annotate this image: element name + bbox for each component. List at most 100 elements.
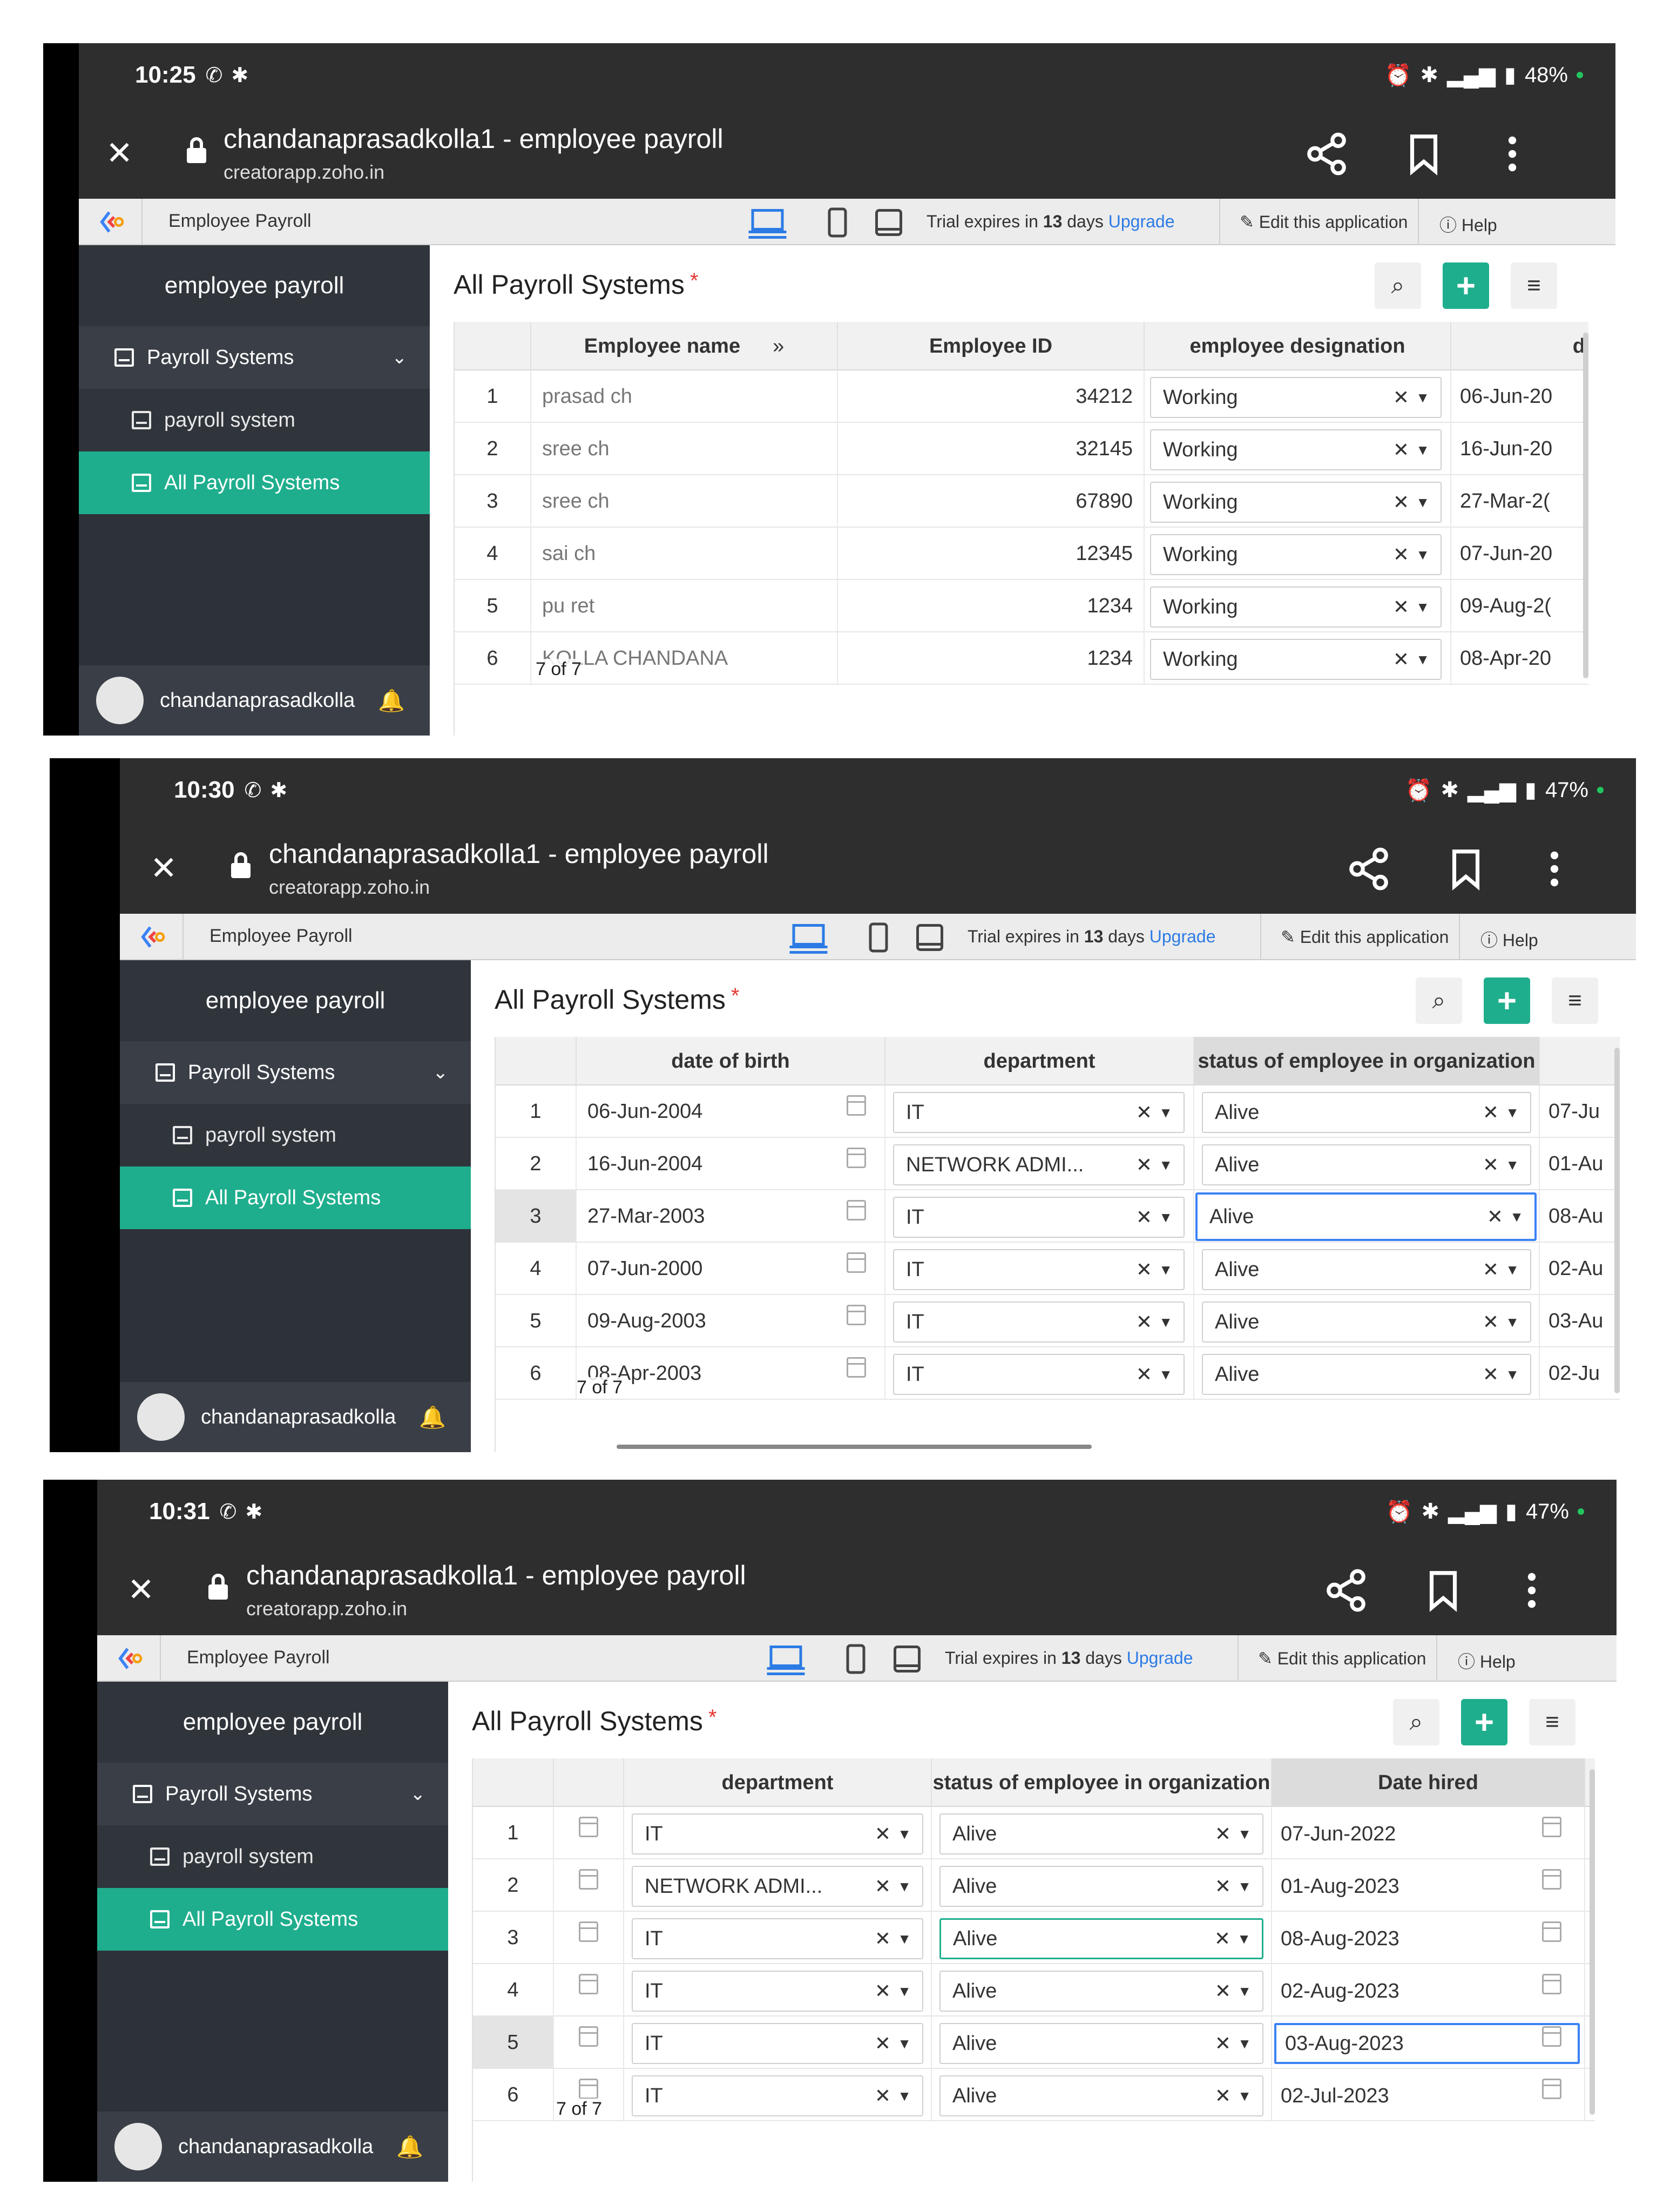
calendar-icon[interactable] [847,1148,866,1168]
status-dropdown[interactable]: Alive ✕ ▼ [1202,1354,1531,1395]
mobile-view-icon[interactable] [914,921,946,954]
column-employee-name[interactable]: Employee name» [531,322,838,370]
upgrade-link[interactable]: Upgrade [1108,212,1175,231]
table-row[interactable]: 5 09-Aug-2003 IT ✕ ▼ Alive ✕ ▼ 03-Au [496,1295,1620,1347]
sidebar-group-payroll-systems[interactable]: Payroll Systems ⌄ [120,1041,471,1104]
clear-icon[interactable]: ✕ [875,1823,891,1845]
clear-icon[interactable]: ✕ [1393,596,1409,618]
clear-icon[interactable]: ✕ [1483,1258,1499,1281]
designation-dropdown[interactable]: Working ✕ ▼ [1150,534,1442,575]
edit-app-button[interactable]: ✎ Edit this application [1258,1648,1426,1669]
clear-icon[interactable]: ✕ [1483,1154,1499,1176]
upgrade-link[interactable]: Upgrade [1127,1648,1193,1668]
expand-icon[interactable]: » [773,335,784,358]
department-dropdown[interactable]: IT ✕ ▼ [893,1197,1185,1238]
desktop-view-icon[interactable] [788,921,829,954]
table-row[interactable]: 2 NETWORK ADMI... ✕ ▼ Alive ✕ ▼ 01-Aug-2023 [473,1859,1595,1912]
calendar-icon[interactable] [847,1305,866,1325]
column-status[interactable]: status of employee in organization [932,1758,1272,1807]
status-dropdown[interactable]: Alive ✕ ▼ [939,1813,1263,1854]
clear-icon[interactable]: ✕ [1136,1311,1152,1333]
bell-icon[interactable]: 🔔 [419,1405,446,1430]
column-employee-designation[interactable]: employee designation [1145,322,1451,370]
close-icon[interactable]: ✕ [150,852,177,885]
vertical-scrollbar[interactable] [1583,333,1588,678]
close-icon[interactable]: ✕ [127,1574,154,1606]
calendar-icon[interactable] [847,1252,866,1273]
clear-icon[interactable]: ✕ [1136,1363,1152,1386]
department-dropdown[interactable]: IT ✕ ▼ [632,1918,923,1959]
more-icon[interactable] [1509,1567,1555,1614]
column-employee-id[interactable]: Employee ID [838,322,1145,370]
department-dropdown[interactable]: IT ✕ ▼ [632,1971,923,2012]
department-dropdown[interactable]: IT ✕ ▼ [893,1301,1185,1343]
table-row[interactable]: 2 16-Jun-2004 NETWORK ADMI... ✕ ▼ Alive ✕ ▼ … [496,1138,1620,1190]
zoho-logo-icon[interactable] [117,1644,146,1673]
app-name[interactable]: Employee Payroll [209,926,353,947]
vertical-scrollbar[interactable] [1590,1769,1595,2115]
department-dropdown[interactable]: IT ✕ ▼ [893,1092,1185,1133]
mobile-view-icon[interactable] [891,1643,923,1675]
calendar-icon[interactable] [1542,1869,1561,1890]
clear-icon[interactable]: ✕ [875,1875,891,1898]
department-dropdown[interactable]: NETWORK ADMI... ✕ ▼ [632,1866,923,1907]
home-indicator[interactable] [617,1445,1092,1449]
close-icon[interactable]: ✕ [106,137,133,170]
status-dropdown-active[interactable]: Alive ✕ ▼ [939,1918,1263,1959]
sidebar-item-all-payroll-systems[interactable]: All Payroll Systems [97,1888,448,1951]
add-record-button[interactable]: + [1461,1699,1507,1745]
clear-icon[interactable]: ✕ [1487,1205,1503,1228]
status-dropdown-focused[interactable]: Alive ✕ ▼ [1195,1192,1537,1241]
department-dropdown[interactable]: IT ✕ ▼ [893,1354,1185,1395]
calendar-icon[interactable] [579,1974,598,1994]
search-button[interactable]: ⌕ [1375,262,1421,309]
calendar-icon[interactable] [579,1921,598,1942]
add-record-button[interactable]: + [1443,262,1489,309]
department-dropdown[interactable]: IT ✕ ▼ [632,1813,923,1854]
table-row[interactable]: 4 sai ch 12345 Working ✕ ▼ 07-Jun-20 [455,528,1588,580]
clear-icon[interactable]: ✕ [875,1980,891,2002]
tablet-view-icon[interactable] [842,1643,869,1675]
clear-icon[interactable]: ✕ [1136,1206,1152,1229]
app-name[interactable]: Employee Payroll [187,1647,330,1668]
calendar-icon[interactable] [1542,2026,1561,2047]
help-button[interactable]: ⓘ Help [1439,212,1497,237]
add-record-button[interactable]: + [1484,977,1530,1024]
calendar-icon[interactable] [579,2026,598,2047]
clear-icon[interactable]: ✕ [1483,1363,1499,1386]
status-dropdown[interactable]: Alive ✕ ▼ [1202,1249,1531,1290]
status-dropdown[interactable]: Alive ✕ ▼ [1202,1092,1531,1133]
clear-icon[interactable]: ✕ [1215,2085,1231,2107]
app-name[interactable]: Employee Payroll [168,211,312,232]
column-date-hired[interactable]: Date hired [1272,1758,1585,1807]
bell-icon[interactable]: 🔔 [396,2134,423,2160]
table-row[interactable]: 5 pu ret 1234 Working ✕ ▼ 09-Aug-2( [455,580,1588,632]
table-row[interactable]: 1 06-Jun-2004 IT ✕ ▼ Alive ✕ ▼ 07-Ju [496,1085,1620,1138]
calendar-icon[interactable] [1542,1817,1561,1837]
department-dropdown[interactable]: NETWORK ADMI... ✕ ▼ [893,1144,1185,1185]
tablet-view-icon[interactable] [824,206,851,239]
status-dropdown[interactable]: Alive ✕ ▼ [1202,1301,1531,1343]
clear-icon[interactable]: ✕ [1393,439,1409,461]
calendar-icon[interactable] [847,1095,866,1116]
clear-icon[interactable]: ✕ [1215,1875,1231,1898]
table-row[interactable]: 2 sree ch 32145 Working ✕ ▼ 16-Jun-20 [455,423,1588,475]
sidebar-item-payroll-system[interactable]: payroll system [79,389,430,451]
sidebar-item-payroll-system[interactable]: payroll system [120,1104,471,1166]
edit-app-button[interactable]: ✎ Edit this application [1240,212,1408,232]
bookmark-icon[interactable] [1401,131,1447,177]
more-icon[interactable] [1489,131,1536,177]
clear-icon[interactable]: ✕ [1136,1101,1152,1124]
search-button[interactable]: ⌕ [1393,1699,1439,1745]
column-department[interactable]: department [885,1037,1194,1085]
column-date-of-birth[interactable]: d [1451,322,1588,370]
column-date-of-birth[interactable]: date of birth [577,1037,885,1085]
share-icon[interactable] [1345,846,1392,892]
clear-icon[interactable]: ✕ [1483,1101,1499,1124]
designation-dropdown[interactable]: Working ✕ ▼ [1150,377,1442,418]
bookmark-icon[interactable] [1420,1567,1466,1614]
column-department[interactable]: department [624,1758,932,1807]
department-dropdown[interactable]: IT ✕ ▼ [632,2075,923,2116]
status-dropdown[interactable]: Alive ✕ ▼ [939,1866,1263,1907]
status-dropdown[interactable]: Alive ✕ ▼ [939,1971,1263,2012]
